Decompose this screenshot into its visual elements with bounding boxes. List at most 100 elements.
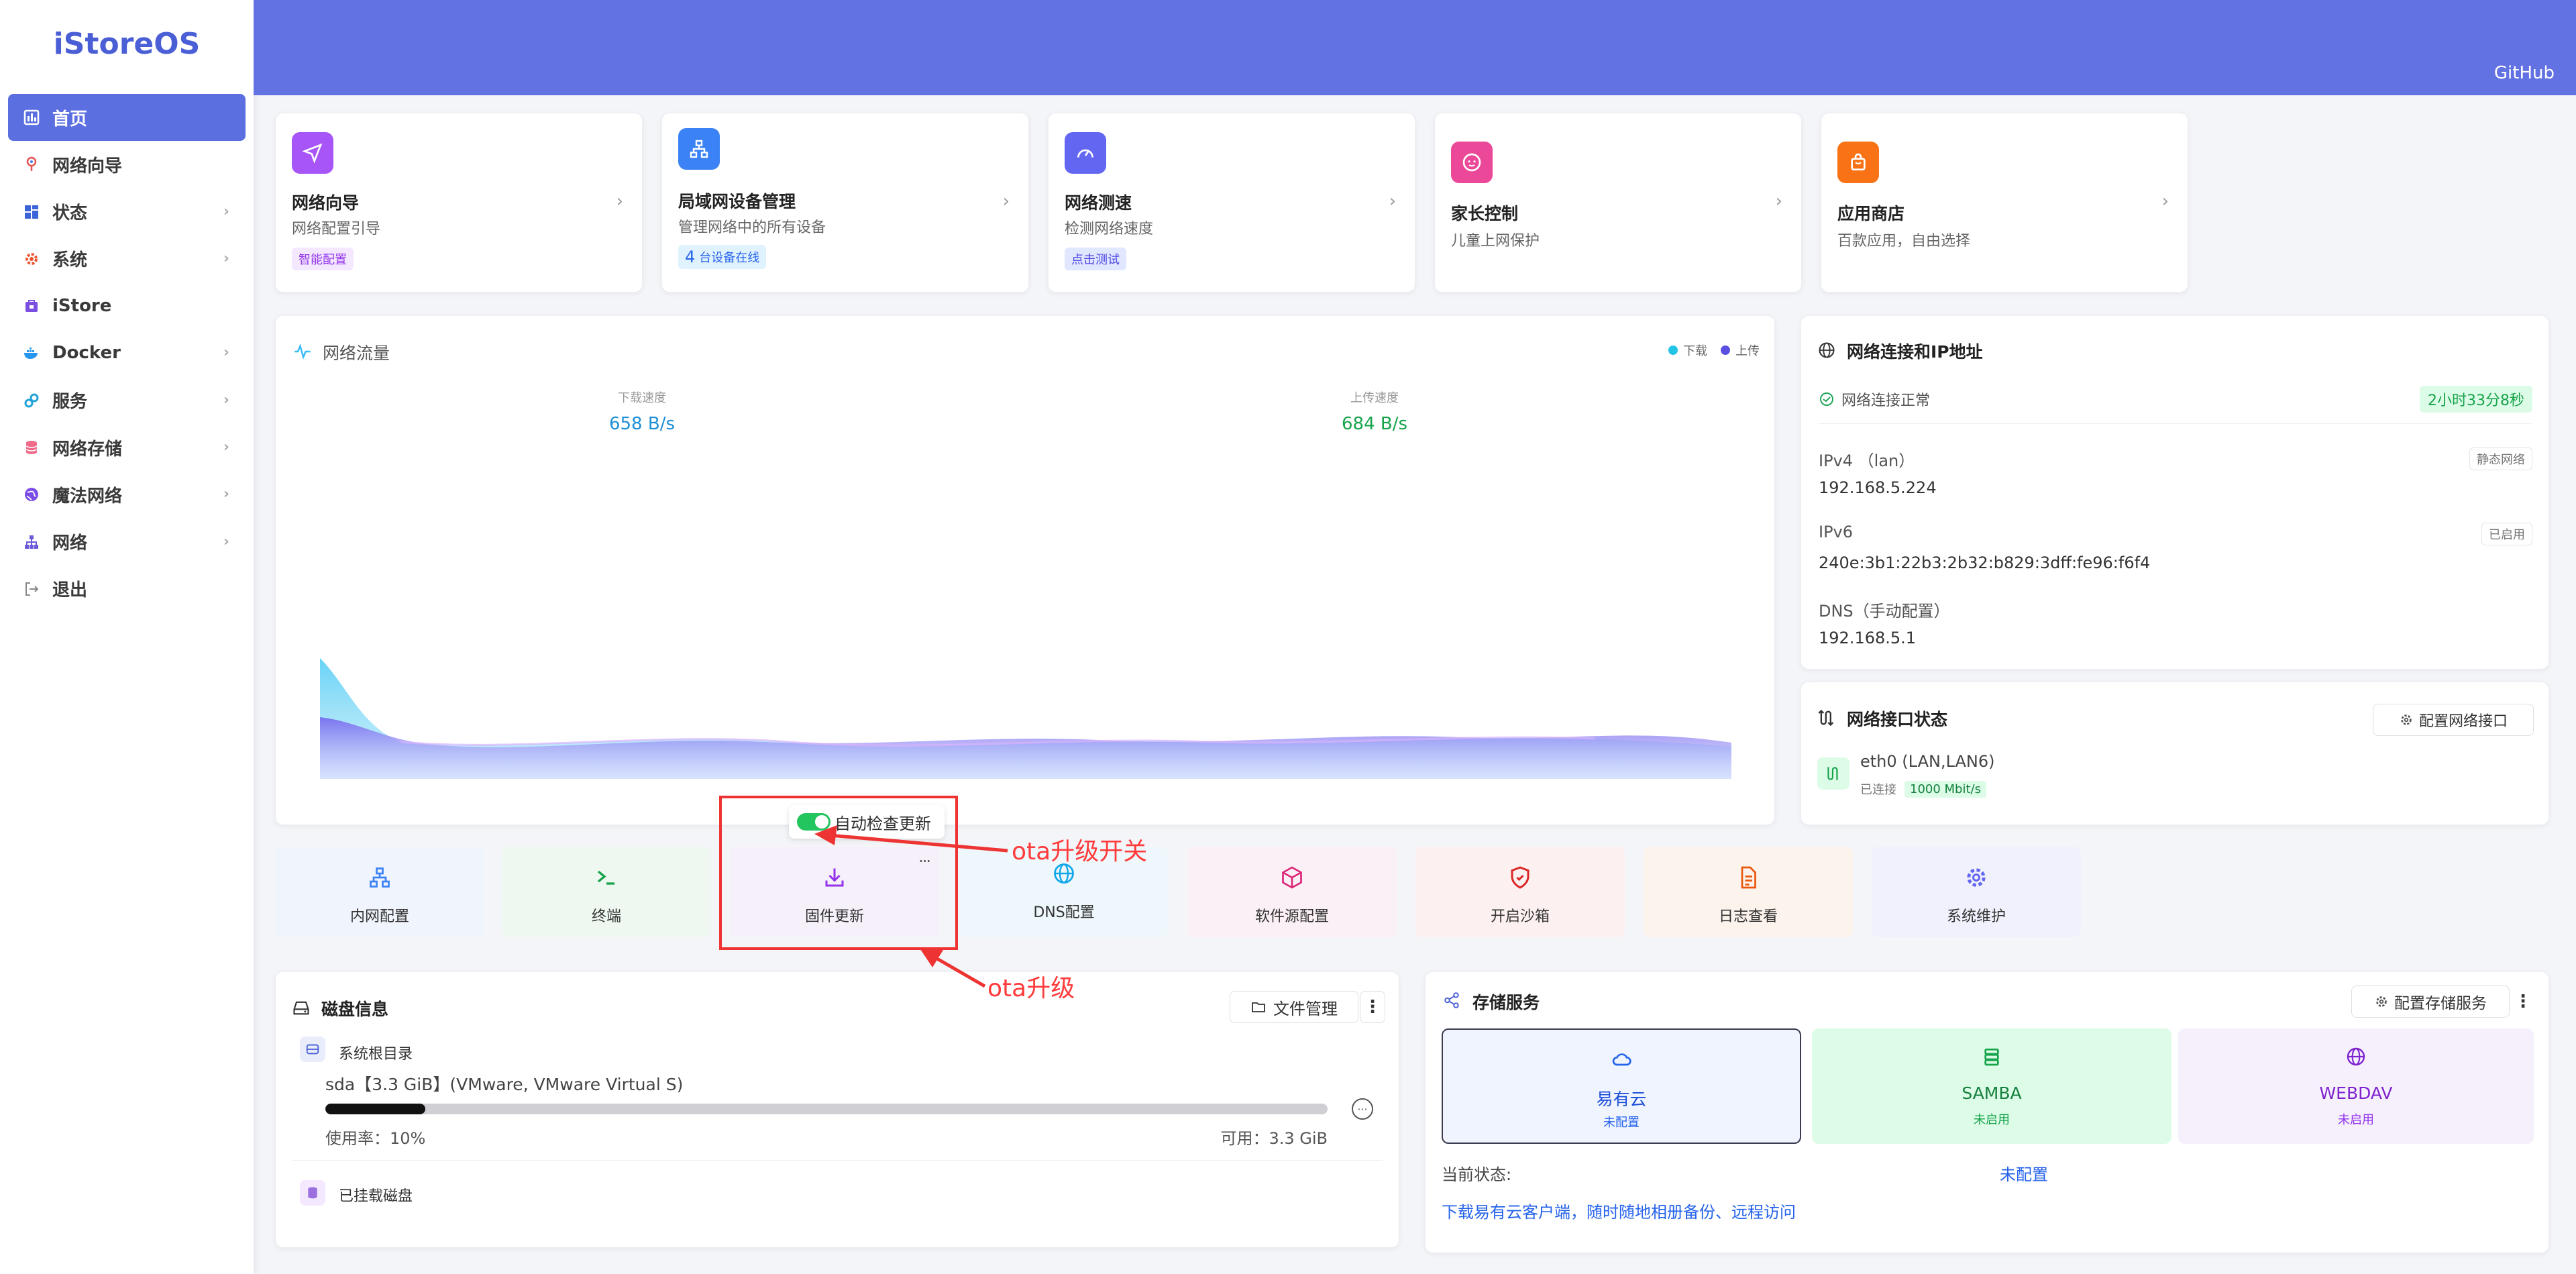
chevron-right-icon: › [223, 344, 229, 362]
baby-face-icon [1451, 142, 1493, 183]
sidebar-item-istore[interactable]: iStore [8, 282, 246, 329]
disk-options-icon[interactable]: ··· [1352, 1098, 1373, 1120]
sidebar-item-magic-network[interactable]: 魔法网络 › [8, 471, 246, 518]
shortcut-software-source[interactable]: 软件源配置 [1187, 847, 1397, 937]
ipv6-label: IPv6 [1819, 523, 1854, 541]
disk-usage-bar [325, 1104, 1328, 1114]
service-state: 未启用 [2338, 1113, 2374, 1127]
cloud-icon [1443, 1049, 1800, 1070]
arrow-to-switch [828, 833, 1008, 853]
shortcut-system-maintenance[interactable]: 系统维护 [1872, 847, 2081, 937]
iface-title: 网络接口状态 [1817, 706, 1947, 731]
configure-interface-button[interactable]: 配置网络接口 [2373, 704, 2534, 736]
card-title: 家长控制 [1451, 204, 1519, 223]
sidebar-item-home[interactable]: 首页 [8, 94, 246, 141]
shortcut-terminal[interactable]: 终端 [502, 847, 711, 937]
iface-title-text: 网络接口状态 [1847, 710, 1948, 729]
download-speed-label: 下载速度 [618, 391, 666, 405]
terminal-icon [502, 865, 711, 890]
sidebar-item-storage[interactable]: 网络存储 › [8, 424, 246, 471]
sidebar-item-status[interactable]: 状态 › [8, 189, 246, 235]
configure-storage-button[interactable]: 配置存储服务 [2351, 986, 2510, 1018]
share-icon [1443, 992, 1463, 1012]
button-label: 配置网络接口 [2418, 713, 2508, 730]
server-icon [1812, 1046, 2171, 1067]
button-label: 配置存储服务 [2394, 995, 2487, 1012]
interface-status-card: 网络接口状态 配置网络接口 eth0 (LAN,LAN6) 已连接 1000 M… [1801, 682, 2549, 825]
service-samba[interactable]: SAMBA 未启用 [1812, 1028, 2171, 1144]
interface-name[interactable]: eth0 (LAN,LAN6) [1860, 752, 1995, 771]
gear-icon [2374, 994, 2389, 1009]
service-state: 未配置 [1603, 1116, 1640, 1130]
github-link[interactable]: GitHub [2494, 63, 2555, 83]
dns-value: 192.168.5.1 [1819, 629, 1917, 647]
file-icon [1644, 865, 1853, 890]
wizard-icon [23, 156, 40, 173]
sitemap-icon [23, 533, 40, 551]
download-client-link[interactable]: 下载易有云客户端，随时随地相册备份、远程访问 [1442, 1199, 1796, 1222]
root-label: 系统根目录 [339, 1046, 413, 1063]
gear-icon [23, 250, 40, 268]
quick-card-lan-devices[interactable]: 局域网设备管理 管理网络中的所有设备 4 台设备在线 › [661, 113, 1029, 293]
card-tag: 点击测试 [1065, 248, 1126, 270]
current-status-value: 未配置 [2000, 1165, 2048, 1184]
shield-icon [1415, 865, 1625, 890]
quick-card-network-wizard[interactable]: 网络向导 网络配置引导 智能配置 › [275, 113, 643, 293]
netinfo-title-text: 网络连接和IP地址 [1847, 342, 1983, 362]
sitemap-icon [678, 128, 720, 170]
database-icon [23, 439, 40, 456]
sidebar-item-label: 魔法网络 [52, 486, 123, 507]
current-status-label: 当前状态: [1442, 1165, 1512, 1184]
shortcut-label: 软件源配置 [1254, 908, 1329, 925]
service-yiyouyun[interactable]: 易有云 未配置 [1442, 1028, 1801, 1144]
chevron-right-icon: › [223, 203, 229, 220]
disk-usage-text: 使用率：10% [325, 1129, 426, 1148]
file-manager-button[interactable]: 文件管理 [1230, 991, 1358, 1023]
ipv4-label: IPv4 （lan） [1819, 452, 1915, 470]
card-subtitle: 检测网络速度 [1065, 221, 1154, 237]
interface-state: 已连接 [1860, 783, 1896, 797]
disk-more-button[interactable]: ⋮ [1360, 991, 1385, 1023]
sidebar-item-system[interactable]: 系统 › [8, 235, 246, 282]
sidebar-item-services[interactable]: 服务 › [8, 377, 246, 424]
sidebar-item-docker[interactable]: Docker › [8, 329, 246, 376]
sidebar-item-wizard[interactable]: 网络向导 [8, 141, 246, 188]
upload-speed-label: 上传速度 [1350, 391, 1399, 405]
legend-upload: 上传 [1735, 344, 1760, 358]
shortcut-label: 系统维护 [1946, 908, 2006, 925]
quick-card-speedtest[interactable]: 网络测速 检测网络速度 点击测试 › [1048, 113, 1415, 293]
download-speed-value: 658 B/s [608, 414, 676, 434]
legend-swatch-upload [1721, 346, 1730, 355]
chevron-right-icon: › [223, 533, 229, 550]
sidebar-item-network[interactable]: 网络 › [8, 519, 246, 566]
chevron-right-icon: › [223, 250, 229, 267]
link-icon [23, 392, 40, 409]
shortcut-sandbox[interactable]: 开启沙箱 [1415, 847, 1625, 937]
ipv6-tag: 已启用 [2481, 523, 2532, 545]
disk-icon [300, 1037, 325, 1062]
folder-icon [1250, 999, 1267, 1015]
shortcut-log-viewer[interactable]: 日志查看 [1644, 847, 1853, 937]
sidebar-item-label: 网络 [52, 533, 88, 554]
chevron-right-icon: › [616, 191, 623, 211]
shortcut-lan-config[interactable]: 内网配置 [275, 847, 484, 937]
shortcut-label: 内网配置 [350, 908, 409, 925]
card-subtitle: 百款应用，自由选择 [1837, 233, 1971, 250]
chevron-right-icon: › [1002, 191, 1010, 211]
sidebar-item-logout[interactable]: 退出 [8, 566, 246, 613]
shortcut-label: 终端 [591, 908, 621, 925]
annotation-ota-upgrade: ota升级 [987, 975, 1075, 1002]
quick-card-parental-control[interactable]: 家长控制 儿童上网保护 › [1434, 113, 1802, 293]
top-header: GitHub [254, 0, 2576, 95]
traffic-title: 网络流量 [293, 340, 390, 364]
netinfo-title: 网络连接和IP地址 [1817, 339, 1983, 363]
mounted-disks-label[interactable]: 已挂载磁盘 [339, 1184, 413, 1206]
quick-card-app-store[interactable]: 应用商店 百款应用，自由选择 › [1821, 113, 2188, 293]
brand-logo[interactable]: iStoreOS [0, 27, 254, 61]
chevron-right-icon: › [223, 486, 229, 503]
service-webdav[interactable]: WEBDAV 未启用 [2178, 1028, 2534, 1144]
speedometer-icon [1065, 132, 1106, 174]
uptime-badge: 2小时33分8秒 [2420, 386, 2532, 413]
shopping-bag-icon [1837, 142, 1879, 183]
storage-more-button[interactable]: ⋮ [2511, 986, 2535, 1018]
